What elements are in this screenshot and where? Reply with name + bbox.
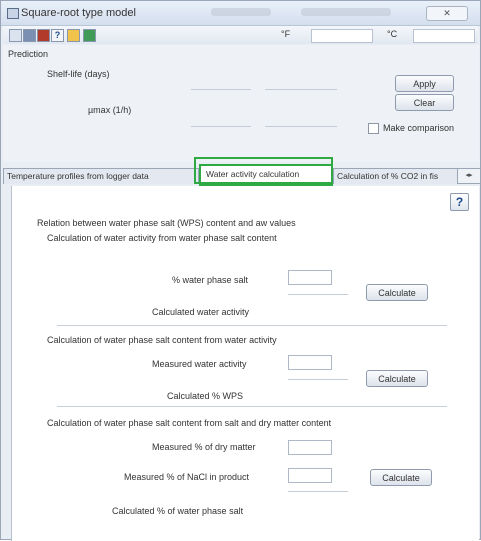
calc-aw-label: Calculated water activity bbox=[152, 307, 250, 317]
tab-water-activity[interactable]: Water activity calculation bbox=[199, 164, 333, 186]
apply-button[interactable]: Apply bbox=[395, 75, 454, 92]
chart-icon[interactable] bbox=[37, 29, 50, 42]
aw-underline bbox=[288, 379, 348, 380]
nacl-underline bbox=[288, 491, 348, 492]
section-divider-2 bbox=[57, 406, 447, 407]
app-window: Square-root type model ✕ ? °F °C Predict… bbox=[0, 0, 481, 541]
prediction-group-label: Prediction bbox=[8, 49, 49, 59]
nacl-input[interactable] bbox=[288, 468, 332, 483]
new-icon[interactable] bbox=[9, 29, 22, 42]
calculate-wps-from-salt-button[interactable]: Calculate bbox=[370, 469, 432, 486]
make-comparison-checkbox[interactable] bbox=[368, 123, 379, 134]
title-bar[interactable]: Square-root type model ✕ bbox=[1, 1, 480, 26]
close-button[interactable]: ✕ bbox=[426, 6, 468, 21]
umax-label: µmax (1/h) bbox=[88, 105, 132, 115]
calculate-aw-button[interactable]: Calculate bbox=[366, 284, 428, 301]
calc-wps-label: Calculated % WPS bbox=[167, 391, 244, 401]
dry-matter-input[interactable] bbox=[288, 440, 332, 455]
wps-underline bbox=[288, 294, 348, 295]
temp-f-field[interactable] bbox=[311, 29, 373, 43]
shelf-life-label: Shelf-life (days) bbox=[47, 69, 110, 79]
temp-unit-c: °C bbox=[387, 29, 398, 39]
clear-button[interactable]: Clear bbox=[395, 94, 454, 111]
aw-input-label: Measured water activity bbox=[152, 359, 247, 369]
help-icon[interactable]: ? bbox=[51, 29, 64, 42]
make-comparison-label: Make comparison bbox=[383, 123, 455, 133]
prediction-panel: Prediction Shelf-life (days) µmax (1/h) … bbox=[3, 45, 479, 162]
help-button[interactable]: ? bbox=[450, 193, 469, 211]
background-window-ghost bbox=[211, 8, 271, 16]
wps-input[interactable] bbox=[288, 270, 332, 285]
sec3-title: Calculation of water phase salt content … bbox=[47, 418, 332, 428]
tab-scroll-arrows[interactable]: ◂▸ bbox=[457, 168, 481, 184]
water-activity-panel: ? Relation between water phase salt (WPS… bbox=[11, 186, 479, 541]
shelf-life-value-2 bbox=[265, 89, 337, 90]
calc-wps-salt-label: Calculated % of water phase salt bbox=[112, 506, 244, 516]
tab-co2-calculation[interactable]: Calculation of % CO2 in fis bbox=[333, 168, 459, 184]
section-divider-1 bbox=[57, 325, 447, 326]
open-folder-icon[interactable] bbox=[67, 29, 80, 42]
umax-value-1 bbox=[191, 126, 251, 127]
save-icon[interactable] bbox=[23, 29, 36, 42]
run-icon[interactable] bbox=[83, 29, 96, 42]
tab-temperature-profiles[interactable]: Temperature profiles from logger data bbox=[3, 168, 199, 184]
sec2-title: Calculation of water phase salt content … bbox=[47, 335, 277, 345]
aw-input[interactable] bbox=[288, 355, 332, 370]
dry-matter-label: Measured % of dry matter bbox=[152, 442, 256, 452]
background-window-ghost-2 bbox=[301, 8, 391, 16]
tab-strip: Temperature profiles from logger data Wa… bbox=[3, 164, 481, 186]
window-icon bbox=[7, 8, 19, 19]
nacl-label: Measured % of NaCl in product bbox=[124, 472, 250, 482]
shelf-life-value-1 bbox=[191, 89, 251, 90]
umax-value-2 bbox=[265, 126, 337, 127]
temp-c-field[interactable] bbox=[413, 29, 475, 43]
calculate-wps-button[interactable]: Calculate bbox=[366, 370, 428, 387]
sec1-title: Calculation of water activity from water… bbox=[47, 233, 277, 243]
window-title: Square-root type model bbox=[21, 7, 136, 19]
wps-input-label: % water phase salt bbox=[172, 275, 249, 285]
toolbar: ? °F °C bbox=[3, 26, 478, 44]
relation-title: Relation between water phase salt (WPS) … bbox=[37, 218, 296, 228]
temp-unit-f: °F bbox=[281, 29, 291, 39]
